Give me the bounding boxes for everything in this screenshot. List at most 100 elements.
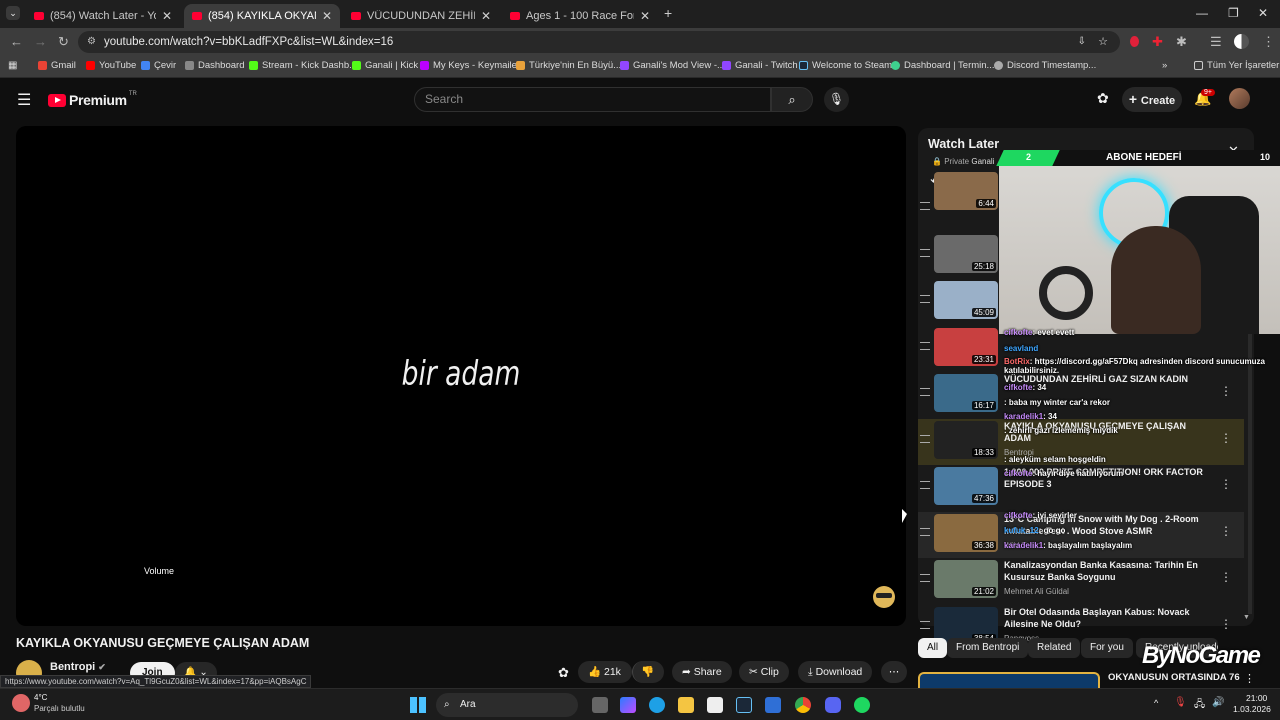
minimize-icon[interactable]: — <box>1196 6 1208 20</box>
chrome-icon[interactable] <box>795 697 811 713</box>
reload-icon[interactable]: ↻ <box>58 34 69 50</box>
weather-icon[interactable] <box>12 694 30 712</box>
chip-related[interactable]: Related <box>1028 638 1081 658</box>
voice-search-icon[interactable]: 🎙 <box>824 87 849 112</box>
item-menu-icon[interactable]: ⋮ <box>1220 617 1232 631</box>
extension-icon[interactable] <box>1130 36 1139 47</box>
item-menu-icon[interactable]: ⋮ <box>1220 570 1232 584</box>
drag-handle-icon[interactable] <box>920 574 930 582</box>
yt-studio-icon[interactable]: ✿ <box>1097 90 1109 107</box>
chip-from-channel[interactable]: From Bentropi <box>947 638 1029 658</box>
close-tab-icon[interactable]: ✕ <box>481 9 491 23</box>
browser-tab-active[interactable]: (854) KAYIKLA OKYANUSU GEÇ ✕ <box>184 4 340 28</box>
video-thumbnail[interactable]: 36:38 <box>934 513 998 552</box>
back-icon[interactable]: ← <box>10 34 23 49</box>
extension-icon[interactable]: ✚ <box>1152 34 1163 50</box>
clock-date[interactable]: 1.03.2026 <box>1233 704 1271 714</box>
restore-icon[interactable]: ❐ <box>1228 6 1239 20</box>
video-thumbnail[interactable]: 45:09 <box>934 281 998 319</box>
address-bar[interactable]: ⚙ youtube.com/watch?v=bbKLadfFXPc&list=W… <box>78 31 1120 53</box>
more-actions-button[interactable]: ⋯ <box>881 661 907 683</box>
bookmark-translate[interactable]: Çevir <box>141 60 176 71</box>
forward-icon[interactable]: → <box>34 34 47 49</box>
chip-all[interactable]: All <box>918 638 948 658</box>
windows-start-icon[interactable] <box>410 697 426 713</box>
video-thumbnail[interactable]: 21:02 <box>934 560 998 598</box>
bookmarks-overflow-icon[interactable]: » <box>1162 60 1167 71</box>
spotify-icon[interactable] <box>854 697 870 713</box>
bookmark-termin[interactable]: Dashboard | Termin... <box>891 60 994 71</box>
playlist-row[interactable]: 36:38 13°C Camping in Snow with My Dog . … <box>918 511 1244 558</box>
playlist-row[interactable]: 21:02 Kanalizasyondan Banka Kasasına: Tar… <box>918 558 1244 604</box>
drag-handle-icon[interactable] <box>920 620 930 629</box>
share-button[interactable]: ➦ Share <box>672 661 732 683</box>
playlist-item-title[interactable]: Kanalizasyondan Banka Kasasına: Tarihin … <box>1004 559 1210 583</box>
browser-tab[interactable]: Ages 1 - 100 Race For $250,000 ✕ <box>502 4 658 28</box>
chrome-menu-icon[interactable]: ⋮ <box>1262 34 1275 50</box>
media-control-icon[interactable]: ☰ <box>1210 34 1222 50</box>
playlist-item-title[interactable]: Bir Otel Odasında Başlayan Kabus: Novack… <box>1004 606 1210 630</box>
item-menu-icon[interactable]: ⋮ <box>1220 384 1232 398</box>
bookmark-ganali-kick[interactable]: Ganali | Kick <box>352 60 418 71</box>
gift-icon[interactable]: ✿ <box>558 665 569 681</box>
video-thumbnail[interactable]: 23:31 <box>934 327 998 366</box>
close-window-icon[interactable]: ✕ <box>1258 6 1268 20</box>
file-explorer-icon[interactable] <box>678 697 694 713</box>
browser-tab[interactable]: (854) Watch Later - YouTube ✕ <box>26 4 180 28</box>
discord-icon[interactable] <box>825 697 841 713</box>
playlist-item-channel[interactable]: Mehmet Ali Güldal <box>1004 587 1069 596</box>
close-tab-icon[interactable]: ✕ <box>640 9 650 23</box>
drag-handle-icon[interactable] <box>920 341 930 350</box>
bookmark-dashboard[interactable]: Dashboard <box>185 60 244 71</box>
video-thumbnail[interactable]: 18:33 <box>934 420 998 459</box>
item-menu-icon[interactable]: ⋮ <box>1220 477 1232 491</box>
bookmark-turkiye[interactable]: Türkiye'nin En Büyü... <box>516 60 621 71</box>
close-tab-icon[interactable]: ✕ <box>322 9 332 23</box>
site-info-icon[interactable]: ⚙ <box>87 31 96 53</box>
chip-for-you[interactable]: For you <box>1081 638 1133 658</box>
video-thumbnail[interactable]: 47:36 <box>934 467 998 505</box>
store-icon[interactable] <box>707 697 723 713</box>
create-button[interactable]: + Create <box>1122 87 1182 112</box>
bookmark-youtube[interactable]: YouTube <box>86 60 136 71</box>
account-avatar[interactable] <box>1229 88 1250 109</box>
hamburger-menu-icon[interactable]: ☰ <box>17 90 31 110</box>
next-video-menu-icon[interactable]: ⋮ <box>1244 672 1255 685</box>
playlist-row[interactable]: 16:17 VÜCUDUNDAN ZEHİRLİ GAZ SIZAN KADIN ⋮ <box>918 372 1244 418</box>
clock-time[interactable]: 21:00 <box>1246 693 1267 703</box>
taskbar-search[interactable]: ⌕ Ara <box>436 693 578 717</box>
bookmark-gmail[interactable]: Gmail <box>38 60 76 71</box>
drag-handle-icon[interactable] <box>920 434 930 443</box>
copilot-icon[interactable] <box>620 697 636 713</box>
task-view-icon[interactable] <box>592 697 608 713</box>
dislike-button[interactable]: 👎 <box>632 661 664 683</box>
steam-icon[interactable] <box>736 697 752 713</box>
drag-handle-icon[interactable] <box>920 248 930 257</box>
item-menu-icon[interactable]: ⋮ <box>1220 524 1232 538</box>
next-video-title[interactable]: OKYANUSUN ORTASINDA 76 <box>1108 672 1240 683</box>
drag-handle-icon[interactable] <box>920 388 930 396</box>
bookmark-keymailer[interactable]: My Keys - Keymailer <box>420 60 520 71</box>
item-menu-icon[interactable]: ⋮ <box>1220 431 1232 445</box>
drag-handle-icon[interactable] <box>920 481 930 489</box>
bookmark-mod-view[interactable]: Ganali's Mod View -... <box>620 60 725 71</box>
all-bookmarks[interactable]: Tüm Yer İşaretleri <box>1194 60 1280 71</box>
search-button[interactable]: ⌕ <box>771 87 813 112</box>
extensions-puzzle-icon[interactable]: ✱ <box>1176 34 1187 50</box>
new-tab-icon[interactable]: + <box>664 5 672 21</box>
drag-handle-icon[interactable] <box>920 295 930 303</box>
bookmark-discord-timestamp[interactable]: Discord Timestamp... <box>994 60 1096 71</box>
bookmark-twitch[interactable]: Ganali - Twitch <box>722 60 798 71</box>
edge-icon[interactable] <box>649 697 665 713</box>
clip-button[interactable]: ✂ Clip <box>739 661 789 683</box>
tray-overflow-icon[interactable]: ^ <box>1154 698 1158 708</box>
install-app-icon[interactable]: ⇩ <box>1078 31 1086 53</box>
microphone-icon[interactable]: 🎙 <box>1174 697 1187 708</box>
drag-handle-icon[interactable] <box>920 202 930 210</box>
playlist-title[interactable]: Watch Later <box>928 137 999 151</box>
profile-avatar[interactable] <box>1234 34 1249 49</box>
search-input[interactable]: Search <box>414 87 771 112</box>
browser-tab[interactable]: VÜCUDUNDAN ZEHİRLİ GAZ SI ✕ <box>343 4 499 28</box>
video-player[interactable]: bir adam Volume <box>16 126 906 626</box>
close-tab-icon[interactable]: ✕ <box>162 9 172 23</box>
